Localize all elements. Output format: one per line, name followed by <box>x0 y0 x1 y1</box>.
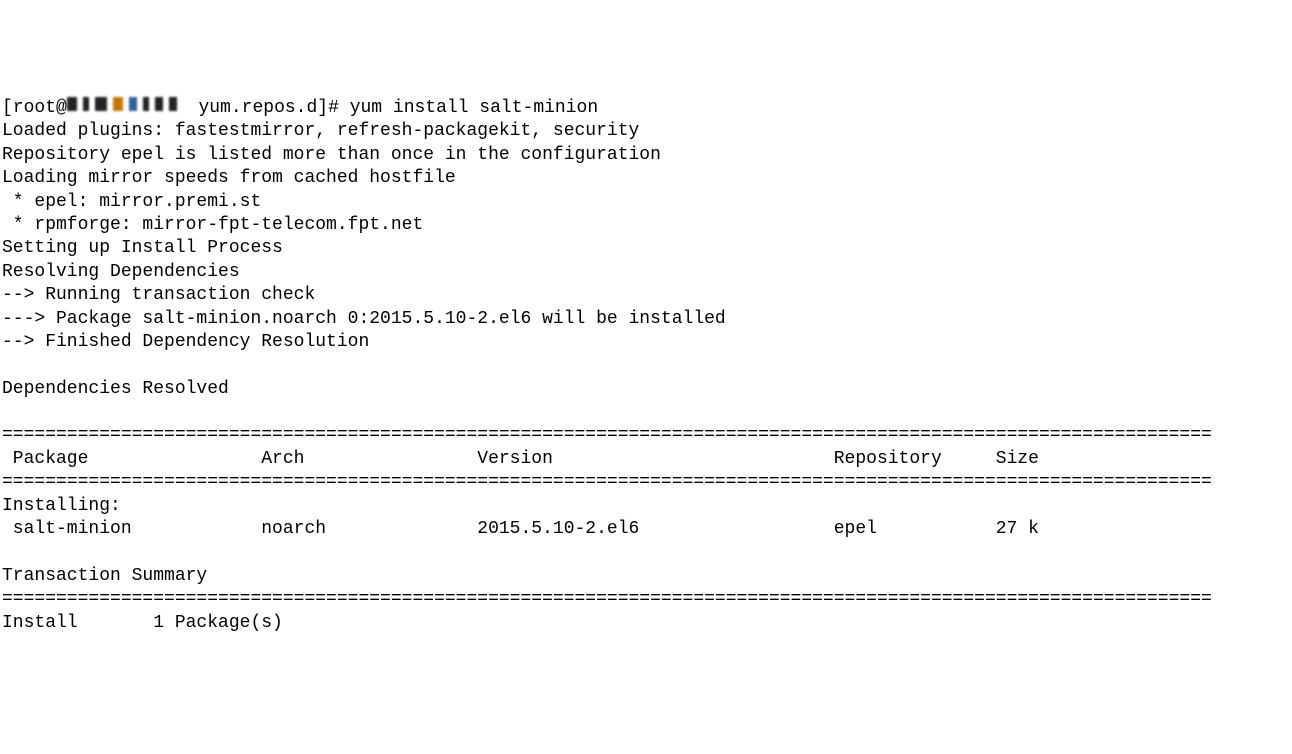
table-separator: ========================================… <box>2 472 1212 492</box>
prompt-user: root <box>13 98 56 118</box>
install-summary-line: Install 1 Package(s) <box>2 613 283 633</box>
prompt-line[interactable]: [root@ yum.repos.d]# yum install salt-mi… <box>2 98 598 118</box>
installing-label: Installing: <box>2 496 121 516</box>
terminal-output: [root@ yum.repos.d]# yum install salt-mi… <box>2 96 1292 635</box>
table-row: salt-minion noarch 2015.5.10-2.el6 epel … <box>2 519 1039 539</box>
output-line: Loaded plugins: fastestmirror, refresh-p… <box>2 121 639 141</box>
output-line: --> Finished Dependency Resolution <box>2 332 369 352</box>
table-separator: ========================================… <box>2 425 1212 445</box>
output-line: ---> Package salt-minion.noarch 0:2015.5… <box>2 309 726 329</box>
command-text: yum install salt-minion <box>350 98 598 118</box>
output-line: Dependencies Resolved <box>2 379 229 399</box>
transaction-summary-label: Transaction Summary <box>2 566 207 586</box>
output-line: * epel: mirror.premi.st <box>2 192 261 212</box>
output-line: * rpmforge: mirror-fpt-telecom.fpt.net <box>2 215 423 235</box>
table-separator: ========================================… <box>2 589 1212 609</box>
output-line: Repository epel is listed more than once… <box>2 145 661 165</box>
output-line: Setting up Install Process <box>2 238 283 258</box>
output-line: --> Running transaction check <box>2 285 315 305</box>
table-header: Package Arch Version Repository Size <box>2 449 1039 469</box>
output-line: Resolving Dependencies <box>2 262 240 282</box>
redacted-host <box>67 96 177 119</box>
prompt-cwd: yum.repos.d <box>198 98 317 118</box>
output-line: Loading mirror speeds from cached hostfi… <box>2 168 456 188</box>
